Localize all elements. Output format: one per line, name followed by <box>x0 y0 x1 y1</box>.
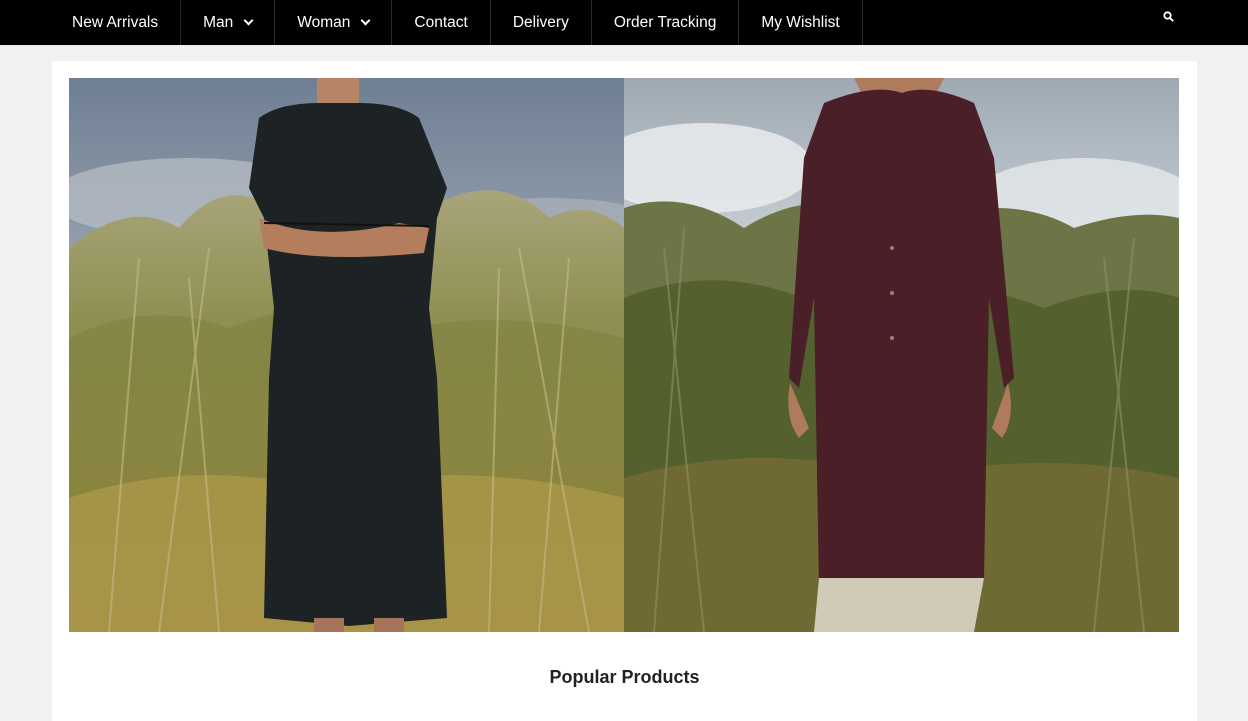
nav-item-label: Order Tracking <box>613 13 717 31</box>
woman-black-dress-photo <box>69 78 624 632</box>
nav-item-order-tracking[interactable]: Order Tracking <box>592 0 740 45</box>
nav-item-label: Contact <box>414 13 468 31</box>
nav-item-woman[interactable]: Woman <box>275 0 393 45</box>
section-title-popular-products: Popular Products <box>549 667 700 687</box>
nav-item-label: My Wishlist <box>761 13 840 31</box>
banner-image-left[interactable] <box>69 78 624 632</box>
chevron-down-icon <box>243 15 254 26</box>
nav-item-label: New Arrivals <box>72 13 159 31</box>
nav-item-man[interactable]: Man <box>181 0 276 45</box>
main-menu: New Arrivals Man Woman Contact Delivery … <box>50 0 863 45</box>
woman-burgundy-dress-photo <box>624 78 1179 632</box>
nav-item-my-wishlist[interactable]: My Wishlist <box>739 0 863 45</box>
search-button[interactable] <box>1158 8 1180 30</box>
nav-item-label: Man <box>203 13 234 31</box>
nav-item-new-arrivals[interactable]: New Arrivals <box>50 0 182 45</box>
search-icon <box>1163 11 1174 22</box>
top-navigation-bar: New Arrivals Man Woman Contact Delivery … <box>0 0 1248 45</box>
nav-item-contact[interactable]: Contact <box>392 0 491 45</box>
nav-item-label: Delivery <box>512 13 569 31</box>
chevron-down-icon <box>360 15 371 26</box>
hero-banner[interactable] <box>69 78 1179 632</box>
nav-item-label: Woman <box>297 13 351 31</box>
banner-image-right[interactable] <box>624 78 1179 632</box>
nav-item-delivery[interactable]: Delivery <box>491 0 592 45</box>
